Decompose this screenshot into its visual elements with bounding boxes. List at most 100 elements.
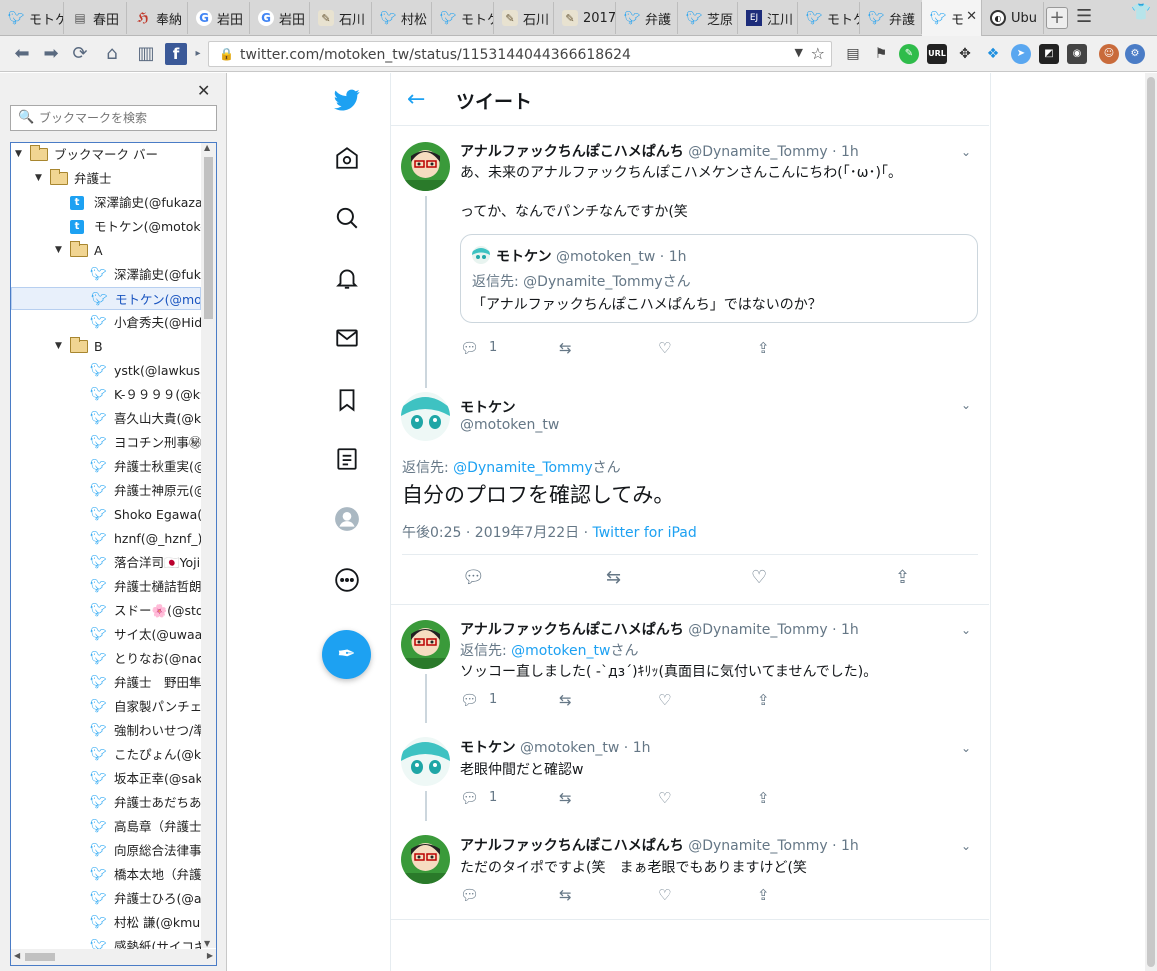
close-tab-icon[interactable]: ✕ xyxy=(966,9,977,24)
bookmark-item[interactable]: t 深澤諭史(@fukaza xyxy=(11,191,201,214)
bookmark-item[interactable]: 🐦︎ 坂本正幸(@sak xyxy=(11,767,201,790)
avatar[interactable] xyxy=(401,835,450,884)
expand-twisty-icon[interactable]: ▼ xyxy=(15,143,22,166)
reply-icon[interactable]: 💬︎ xyxy=(462,568,485,588)
scroll-left-icon[interactable]: ◀ xyxy=(14,951,20,960)
chevron-down-icon[interactable]: ⌄ xyxy=(961,398,971,412)
retweet-icon[interactable]: ⇆ xyxy=(606,568,621,588)
dark-mode-icon[interactable]: ◩ xyxy=(1039,44,1059,64)
new-tab-button[interactable]: + xyxy=(1046,7,1068,29)
lists-icon[interactable] xyxy=(334,446,360,472)
handle[interactable]: @motoken_tw xyxy=(460,417,559,433)
bookmark-item[interactable]: 🐦︎ 弁護士 野田隼 xyxy=(11,671,201,694)
browser-tab[interactable]: ✎ 石川 xyxy=(494,2,554,34)
bookmark-item[interactable]: 🐦︎ 弁護士神原元(@ xyxy=(11,479,201,502)
reply-button[interactable]: 💬︎ 1 xyxy=(460,690,497,710)
browser-tab[interactable]: 🐦︎ 村松 xyxy=(372,2,432,34)
browser-tab[interactable]: 🐦︎ 芝原 xyxy=(678,2,738,34)
profile-addon-icon[interactable]: ☺ xyxy=(1099,44,1119,64)
retweet-icon[interactable]: ⇆ xyxy=(559,885,572,905)
retweet-icon[interactable]: ⇆ xyxy=(559,690,572,710)
bookmark-item[interactable]: 🐦︎ モトケン(@moto xyxy=(11,287,201,310)
bookmark-item[interactable]: 🐦︎ スドー🌸(@std xyxy=(11,599,201,622)
bookmark-item[interactable]: 🐦︎ K-９９９９(@k9 xyxy=(11,383,201,406)
bookmark-item[interactable]: 🐦︎ ヨコチン刑事㊙ xyxy=(11,431,201,454)
display-name[interactable]: アナルファックちんぽこハメぱんち xyxy=(460,622,684,638)
avatar[interactable] xyxy=(401,737,450,786)
quoted-tweet[interactable]: モトケン @motoken_tw · 1h 返信先: @Dynamite_Tom… xyxy=(460,234,978,323)
explore-icon[interactable] xyxy=(334,205,360,231)
browser-tab[interactable]: ✎ 2017 xyxy=(554,2,616,34)
like-icon[interactable]: ♡ xyxy=(658,338,671,358)
notifications-icon[interactable] xyxy=(334,265,360,291)
display-name[interactable]: モトケン xyxy=(460,740,516,756)
back-arrow-icon[interactable]: ← xyxy=(407,87,425,112)
share-icon[interactable]: ⇪ xyxy=(757,885,770,905)
sidebar-toggle-icon[interactable]: ▤ xyxy=(843,44,863,64)
browser-tab[interactable]: 🐦︎ 弁護 xyxy=(616,2,678,34)
share-icon[interactable]: ⇪ xyxy=(757,338,770,358)
bookmark-item[interactable]: 🐦︎ Shoko Egawa(@ xyxy=(11,503,201,526)
tweet-author[interactable]: アナルファックちんぽこハメぱんち @Dynamite_Tommy · 1h xyxy=(460,141,859,161)
handle[interactable]: @Dynamite_Tommy xyxy=(688,838,827,854)
sidebar-horizontal-scrollbar[interactable]: ◀ ▶ xyxy=(11,949,216,965)
browser-tab[interactable]: ◐ Ubu xyxy=(982,2,1044,34)
browser-tab[interactable]: ▤ 春田 xyxy=(64,2,127,34)
sidebar-vertical-scrollbar[interactable]: ▲ ▼ xyxy=(201,143,216,948)
bookmark-item[interactable]: 🐦︎ 橋本太地（弁護 xyxy=(11,863,201,886)
url-shortener-icon[interactable]: URL xyxy=(927,44,947,64)
location-icon[interactable]: ◉ xyxy=(1067,44,1087,64)
bookmark-item[interactable]: 🐦︎ ystk(@lawkus) xyxy=(11,359,201,382)
like-icon[interactable]: ♡ xyxy=(658,690,671,710)
bookmark-item[interactable]: 🐦︎ 深澤諭史(@fuk xyxy=(11,263,201,286)
browser-tab[interactable]: G 岩田 xyxy=(188,2,250,34)
display-name[interactable]: アナルファックちんぽこハメぱんち xyxy=(460,838,684,854)
chevron-down-icon[interactable]: ⌄ xyxy=(961,741,971,755)
chevron-down-icon[interactable]: ⌄ xyxy=(961,839,971,853)
bookmarks-icon[interactable] xyxy=(334,387,360,413)
browser-tab[interactable]: 🐦︎ モ ✕ xyxy=(922,0,982,36)
bookmark-search-field[interactable]: 🔍 xyxy=(10,105,217,131)
close-sidebar-icon[interactable]: ✕ xyxy=(197,81,210,100)
handle[interactable]: @Dynamite_Tommy xyxy=(688,144,827,160)
home-icon[interactable] xyxy=(334,145,360,171)
bookmark-item[interactable]: 🐦︎ 強制わいせつ/準 xyxy=(11,719,201,742)
back-button[interactable]: ⬅ xyxy=(11,43,33,65)
browser-tab[interactable]: 🐦︎ 弁護 xyxy=(860,2,922,34)
handle-row[interactable]: @motoken_tw xyxy=(460,417,559,433)
browser-tab[interactable]: 🐦︎モトケ xyxy=(798,2,860,34)
share-icon[interactable]: ⇪ xyxy=(757,788,770,808)
bookmark-folder[interactable]: ▼ ブックマーク バー xyxy=(11,143,201,166)
reply-tweet[interactable]: モトケン @motoken_tw · 1h ⌄ 老眼仲間だと確認w 💬︎ 1 ⇆ … xyxy=(391,723,989,821)
like-icon[interactable]: ♡ xyxy=(658,885,671,905)
reply-button[interactable]: 💬︎ 1 xyxy=(460,788,497,808)
scroll-thumb[interactable] xyxy=(204,157,213,319)
send-icon[interactable]: ➤ xyxy=(1011,44,1031,64)
bookmark-folder[interactable]: ▼ 弁護士 xyxy=(11,167,201,190)
share-icon[interactable]: ⇪ xyxy=(895,568,910,588)
avatar[interactable] xyxy=(401,142,450,191)
timestamp[interactable]: 午後0:25 · 2019年7月22日 · xyxy=(402,525,593,541)
shirt-icon[interactable]: 👕 xyxy=(1131,2,1151,21)
source-link[interactable]: Twitter for iPad xyxy=(593,525,697,541)
url-text[interactable]: twitter.com/motoken_tw/status/1153144044… xyxy=(240,47,631,63)
tweet-author[interactable]: モトケン xyxy=(460,397,516,417)
bookmark-item[interactable]: 🐦︎ 小倉秀夫(@Hid xyxy=(11,311,201,334)
bookmark-item[interactable]: 🐦︎ 弁護士秋重実(@ xyxy=(11,455,201,478)
settings-addon-icon[interactable]: ⚙ xyxy=(1125,44,1145,64)
handle[interactable]: @motoken_tw xyxy=(520,740,619,756)
bookmark-item[interactable]: 🐦︎ 弁護士あだちあ xyxy=(11,791,201,814)
tweet-author[interactable]: モトケン @motoken_tw · 1h xyxy=(460,737,650,757)
retweet-icon[interactable]: ⇆ xyxy=(559,788,572,808)
like-icon[interactable]: ♡ xyxy=(658,788,671,808)
reply-icon[interactable]: 💬︎ xyxy=(460,885,479,905)
reply-handle-link[interactable]: @Dynamite_Tommy xyxy=(453,460,592,476)
handle[interactable]: @Dynamite_Tommy xyxy=(688,622,827,638)
bookmark-item[interactable]: 🐦︎ 弁護士樋詰哲朗 xyxy=(11,575,201,598)
library-icon[interactable]: ▥ xyxy=(135,43,157,65)
tweet-author[interactable]: アナルファックちんぽこハメぱんち @Dynamite_Tommy · 1h xyxy=(460,835,859,855)
tweet-author[interactable]: アナルファックちんぽこハメぱんち @Dynamite_Tommy · 1h xyxy=(460,619,859,639)
bookmark-item[interactable]: 🐦︎ 村松 謙(@kmur xyxy=(11,911,201,934)
scroll-up-icon[interactable]: ▲ xyxy=(204,143,210,152)
expand-twisty-icon[interactable]: ▼ xyxy=(35,167,42,190)
